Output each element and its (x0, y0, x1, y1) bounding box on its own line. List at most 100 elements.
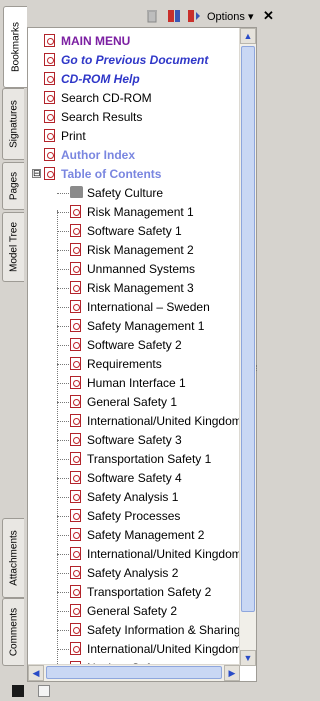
bookmark-label: Search Results (61, 110, 143, 124)
tree-connector (57, 592, 69, 593)
bookmark-label: CD-ROM Help (61, 72, 140, 86)
bookmark-props-icon[interactable] (167, 9, 181, 23)
close-panel-button[interactable]: ✕ (263, 8, 274, 24)
toc-item-label: International/United Kingdom 2 (87, 547, 252, 561)
toc-item-label: International/United Kingdom: The S (87, 642, 256, 656)
tree-connector (57, 573, 69, 574)
pdf-bookmark-icon (44, 148, 55, 161)
toc-item[interactable]: Safety Information & Sharing (28, 621, 241, 640)
toc-item[interactable]: Transportation Safety 2 (28, 583, 241, 602)
navigation-pane-icon[interactable] (12, 685, 24, 697)
pdf-bookmark-icon (70, 376, 81, 389)
tree-connector (57, 250, 69, 251)
pdf-bookmark-icon (70, 604, 81, 617)
tab-bookmarks[interactable]: Bookmarks (3, 6, 27, 88)
toc-item[interactable]: Safety Processes (28, 507, 241, 526)
tree-connector (57, 307, 69, 308)
tab-bookmarks-label: Bookmarks (10, 21, 21, 73)
pdf-bookmark-icon (70, 471, 81, 484)
pdf-bookmark-icon (44, 129, 55, 142)
pdf-bookmark-icon (70, 623, 81, 636)
scroll-up-button[interactable]: ▲ (240, 28, 256, 44)
toc-item[interactable]: Risk Management 1 (28, 203, 241, 222)
toc-item-label: General Safety 2 (87, 604, 178, 618)
toc-item-label: Transportation Safety 1 (87, 452, 212, 466)
toc-item-label: General Safety 1 (87, 395, 178, 409)
bookmark-author-index[interactable]: Author Index (28, 146, 241, 165)
horizontal-scroll-thumb[interactable] (46, 666, 222, 679)
toc-item[interactable]: Risk Management 2 (28, 241, 241, 260)
bookmark-main-menu[interactable]: MAIN MENU (28, 32, 241, 51)
toc-item[interactable]: Transportation Safety 1 (28, 450, 241, 469)
toc-item[interactable]: General Safety 2 (28, 602, 241, 621)
folder-bookmark-icon (70, 186, 83, 198)
new-bookmark-icon[interactable] (187, 9, 201, 23)
pdf-bookmark-icon (70, 281, 81, 294)
pdf-bookmark-icon (70, 224, 81, 237)
tab-attachments[interactable]: Attachments (2, 518, 24, 598)
tab-signatures[interactable]: Signatures (2, 88, 24, 160)
bookmark-go-previous[interactable]: Go to Previous Document (28, 51, 241, 70)
panel-resize-grip[interactable] (256, 365, 259, 371)
bookmark-label: MAIN MENU (61, 34, 131, 48)
toc-item[interactable]: Safety Management 2 (28, 526, 241, 545)
toc-item-label: Risk Management 3 (87, 281, 194, 295)
scroll-left-button[interactable]: ◀ (28, 665, 44, 681)
toc-item[interactable]: Safety Management 1 (28, 317, 241, 336)
scroll-right-button[interactable]: ▶ (224, 665, 240, 681)
collapse-toggle[interactable]: ⊟ (32, 169, 41, 178)
toc-item-label: Risk Management 2 (87, 243, 194, 257)
tree-connector (57, 421, 69, 422)
toc-item[interactable]: Software Safety 2 (28, 336, 241, 355)
toc-item[interactable]: Requirements (28, 355, 241, 374)
pdf-bookmark-icon (70, 490, 81, 503)
tab-pages[interactable]: Pages (2, 162, 24, 210)
tab-comments[interactable]: Comments (2, 598, 24, 666)
bookmark-print[interactable]: Print (28, 127, 241, 146)
pdf-bookmark-icon (70, 243, 81, 256)
toc-item[interactable]: Safety Analysis 1 (28, 488, 241, 507)
pdf-bookmark-icon (44, 34, 55, 47)
tree-connector (57, 649, 69, 650)
pdf-bookmark-icon (70, 452, 81, 465)
toc-item[interactable]: International/United Kingdom 1 (28, 412, 252, 431)
toc-item[interactable]: Software Safety 1 (28, 222, 241, 241)
toc-item[interactable]: Safety Analysis 2 (28, 564, 241, 583)
bookmark-label: Go to Previous Document (61, 53, 209, 67)
toc-item[interactable]: Software Safety 4 (28, 469, 241, 488)
toc-item[interactable]: International/United Kingdom: The S (28, 640, 256, 659)
toc-item[interactable]: Unmanned Systems (28, 260, 241, 279)
bookmark-cdrom-help[interactable]: CD-ROM Help (28, 70, 241, 89)
toc-item[interactable]: General Safety 1 (28, 393, 241, 412)
tree-connector (57, 402, 69, 403)
toc-item-label: Safety Information & Sharing (87, 623, 241, 637)
tree-connector (57, 269, 69, 270)
bookmark-search-cdrom[interactable]: Search CD-ROM (28, 89, 241, 108)
tab-model-tree[interactable]: Model Tree (2, 212, 24, 282)
toc-item[interactable]: International/United Kingdom 2 (28, 545, 252, 564)
options-menu[interactable]: Options ▾ (207, 10, 254, 23)
toc-item[interactable]: Safety Culture (28, 184, 241, 203)
toc-item[interactable]: International – Sweden (28, 298, 241, 317)
toc-item-label: International – Sweden (87, 300, 210, 314)
scroll-down-button[interactable]: ▼ (240, 650, 256, 666)
tree-connector (57, 383, 69, 384)
vertical-scrollbar[interactable]: ▲ ▼ (239, 28, 256, 666)
tree-connector (57, 554, 69, 555)
pdf-bookmark-icon (70, 585, 81, 598)
bookmark-label: Search CD-ROM (61, 91, 152, 105)
toc-item[interactable]: Software Safety 3 (28, 431, 241, 450)
pdf-bookmark-icon (70, 433, 81, 446)
bookmark-table-of-contents[interactable]: ⊟ Table of Contents (28, 165, 241, 184)
horizontal-scrollbar[interactable]: ◀ ▶ (28, 664, 240, 681)
pdf-bookmark-icon (44, 110, 55, 123)
vertical-scroll-thumb[interactable] (241, 46, 255, 612)
bookmark-search-results[interactable]: Search Results (28, 108, 241, 127)
toc-item[interactable]: Human Interface 1 (28, 374, 241, 393)
toc-children: Safety Culture Risk Management 1 Software … (28, 184, 256, 681)
toc-item-label: Software Safety 1 (87, 224, 182, 238)
toc-item-label: Safety Processes (87, 509, 181, 523)
trash-icon[interactable] (145, 9, 159, 23)
page-icon[interactable] (38, 685, 50, 697)
toc-item[interactable]: Risk Management 3 (28, 279, 241, 298)
